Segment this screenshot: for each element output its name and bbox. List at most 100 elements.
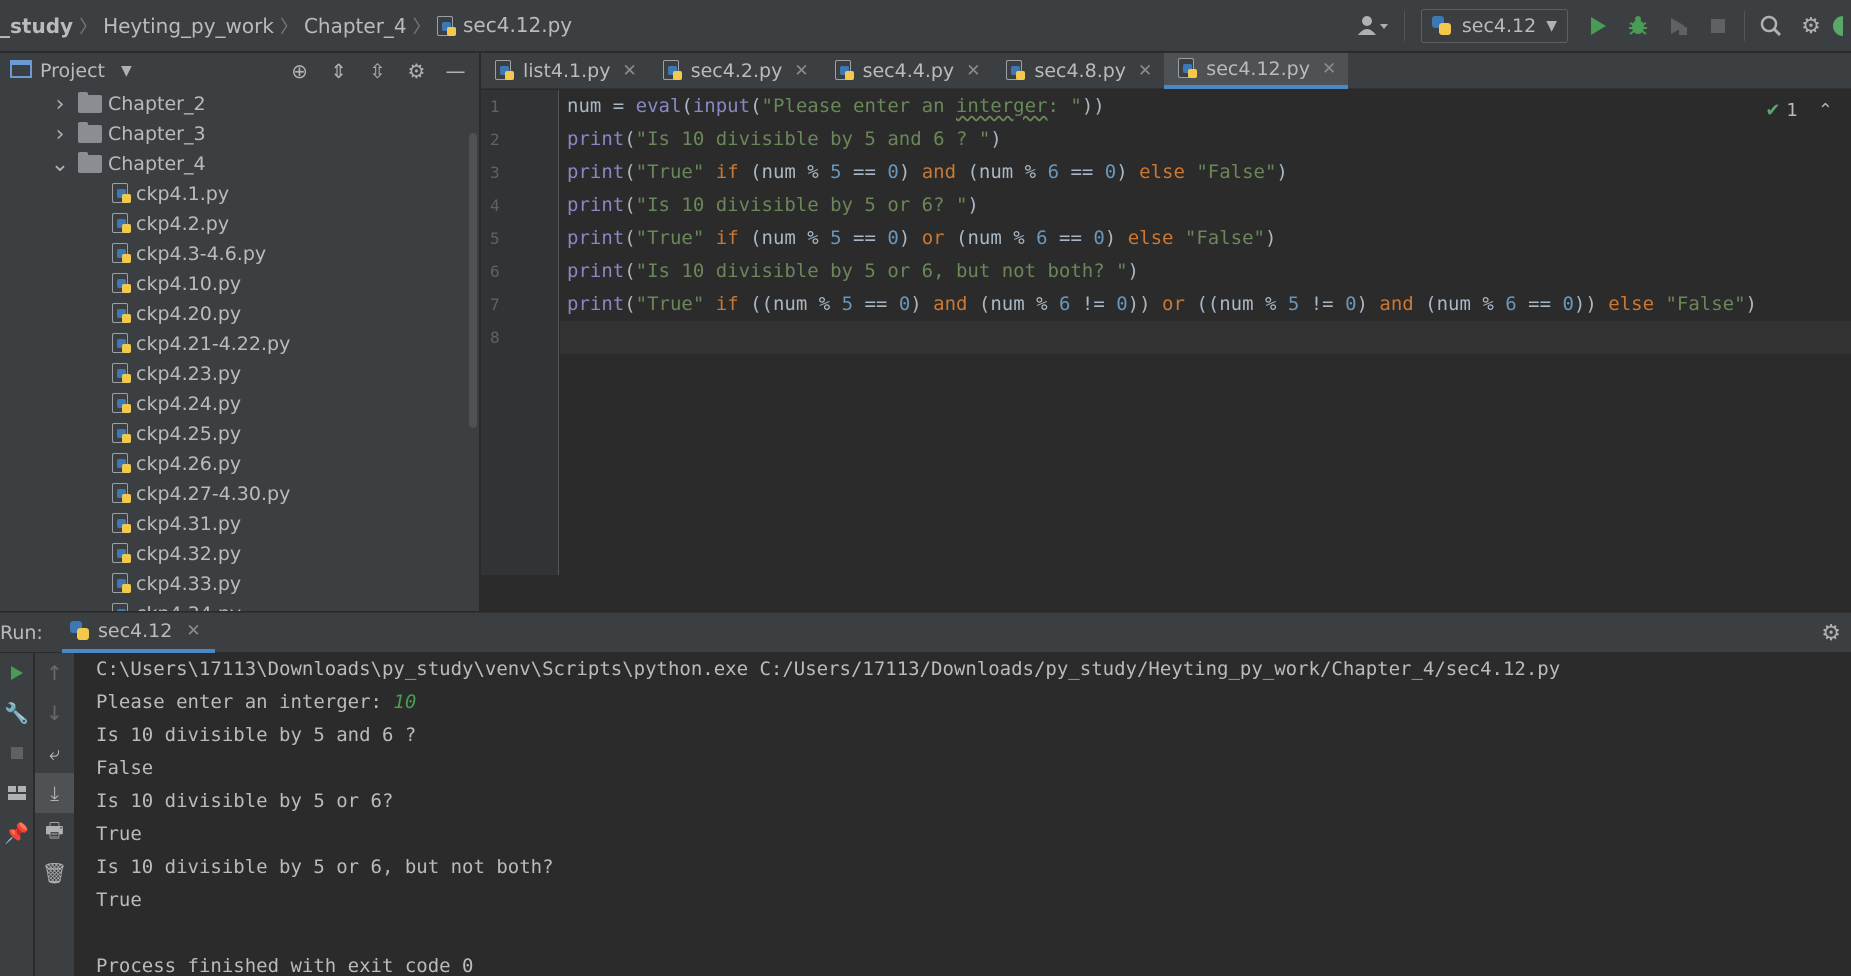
search-icon[interactable] xyxy=(1751,6,1791,46)
python-file-icon xyxy=(112,483,132,505)
editor-tab[interactable]: sec4.8.py ✕ xyxy=(992,53,1164,89)
breadcrumb-item-folder[interactable]: Chapter_4 xyxy=(298,14,413,38)
editor-tab[interactable]: sec4.12.py ✕ xyxy=(1164,53,1349,89)
project-tool-window: Project ▼ ⊕ ⇕ ⇳ ⚙ — › Chapter_2 › Chapter_3… xyxy=(0,53,480,611)
run-icon[interactable] xyxy=(1578,6,1618,46)
user-icon[interactable] xyxy=(1348,6,1398,46)
folder-icon xyxy=(78,152,102,173)
locate-file-icon[interactable]: ⊕ xyxy=(280,59,319,83)
close-icon[interactable]: ✕ xyxy=(794,61,808,81)
close-icon[interactable]: ✕ xyxy=(966,61,980,81)
tree-file-item[interactable]: ckp4.26.py xyxy=(0,449,465,479)
project-view-selector[interactable]: Project xyxy=(40,60,105,82)
tree-file-item[interactable]: ckp4.25.py xyxy=(0,419,465,449)
project-tree-scrollbar[interactable] xyxy=(469,133,477,428)
tree-file-item[interactable]: ckp4.21-4.22.py xyxy=(0,329,465,359)
editor-tab[interactable]: sec4.4.py ✕ xyxy=(821,53,993,89)
tree-file-item[interactable]: ckp4.1.py xyxy=(0,179,465,209)
tree-item-label: ckp4.21-4.22.py xyxy=(136,333,291,355)
modify-run-configuration-icon[interactable]: 🔧 xyxy=(0,693,33,733)
python-icon xyxy=(70,620,90,641)
pin-tab-icon[interactable]: 📌 xyxy=(0,813,33,853)
chevron-right-icon[interactable]: › xyxy=(50,122,70,147)
close-icon[interactable]: ✕ xyxy=(622,61,636,81)
close-icon[interactable]: ✕ xyxy=(1138,61,1152,81)
tree-file-item[interactable]: ckp4.34.py xyxy=(0,599,465,611)
inspection-widget[interactable]: ✔ 1 ⌃ xyxy=(1765,100,1833,121)
tree-file-item[interactable]: ckp4.24.py xyxy=(0,389,465,419)
run-tab[interactable]: sec4.12 ✕ xyxy=(62,613,215,653)
layout-icon[interactable] xyxy=(0,773,33,813)
chevron-right-icon[interactable]: › xyxy=(50,92,70,117)
tree-folder-item[interactable]: › Chapter_2 xyxy=(0,89,465,119)
code-line[interactable] xyxy=(560,321,1851,354)
settings-gear-icon[interactable]: ⚙ xyxy=(1821,613,1841,653)
trash-icon[interactable]: 🗑 xyxy=(35,853,74,893)
editor-tab[interactable]: sec4.2.py ✕ xyxy=(649,53,821,89)
code-line[interactable]: print("Is 10 divisible by 5 or 6, but no… xyxy=(560,255,1851,288)
editor-tab[interactable]: list4.1.py ✕ xyxy=(481,53,649,89)
chevron-down-icon[interactable]: ▼ xyxy=(121,63,132,79)
line-number: 1 xyxy=(490,97,500,116)
code-line[interactable]: print("True" if (num % 5 == 0) and (num … xyxy=(560,156,1851,189)
code-line[interactable]: print("Is 10 divisible by 5 or 6? ") xyxy=(560,189,1851,222)
scroll-to-end-icon[interactable]: ⤓ xyxy=(35,773,74,813)
run-configuration-select[interactable]: sec4.12 ▼ xyxy=(1420,9,1568,43)
breadcrumb-item-project[interactable]: Heyting_py_work xyxy=(97,14,280,38)
settings-gear-icon[interactable]: ⚙ xyxy=(397,59,436,83)
tree-file-item[interactable]: ckp4.2.py xyxy=(0,209,465,239)
breadcrumb-item-file[interactable]: sec4.12.py xyxy=(431,13,579,38)
line-number: 6 xyxy=(490,262,500,281)
code-line[interactable]: print("Is 10 divisible by 5 and 6 ? ") xyxy=(560,123,1851,156)
run-tab-label: sec4.12 xyxy=(98,619,173,642)
tree-folder-item[interactable]: › Chapter_3 xyxy=(0,119,465,149)
project-tree: › Chapter_2 › Chapter_3 ⌄ Chapter_4 ckp4.1.py c… xyxy=(0,89,465,611)
down-arrow-icon[interactable]: ↓ xyxy=(35,693,74,733)
close-icon[interactable]: ✕ xyxy=(186,621,200,641)
editor-tab-label: sec4.4.py xyxy=(862,60,955,82)
collapse-all-icon[interactable]: ⇳ xyxy=(358,59,397,83)
console-line: True xyxy=(96,823,142,845)
run-console[interactable]: C:\Users\17113\Downloads\py_study\venv\S… xyxy=(76,653,1851,976)
tree-file-item[interactable]: ckp4.27-4.30.py xyxy=(0,479,465,509)
main-toolbar: sec4.12 ▼ ⚙ xyxy=(1348,0,1851,52)
chevron-down-icon[interactable]: ⌄ xyxy=(50,152,70,177)
python-file-icon xyxy=(662,60,683,82)
python-file-icon xyxy=(112,183,132,205)
code-line[interactable]: num = eval(input("Please enter an interg… xyxy=(560,90,1851,123)
chevron-up-icon[interactable]: ⌃ xyxy=(1818,100,1833,121)
tree-item-label: ckp4.25.py xyxy=(136,423,242,445)
tree-file-item[interactable]: ckp4.31.py xyxy=(0,509,465,539)
code-line[interactable]: print("True" if ((num % 5 == 0) and (num… xyxy=(560,288,1851,321)
settings-gear-icon[interactable]: ⚙ xyxy=(1791,6,1831,46)
up-arrow-icon[interactable]: ↑ xyxy=(35,653,74,693)
tree-file-item[interactable]: ckp4.33.py xyxy=(0,569,465,599)
tree-file-item[interactable]: ckp4.3-4.6.py xyxy=(0,239,465,269)
debug-icon[interactable] xyxy=(1618,6,1658,46)
print-icon[interactable]: 🖶 xyxy=(35,813,74,853)
expand-all-icon[interactable]: ⇕ xyxy=(319,59,358,83)
tree-file-item[interactable]: ckp4.20.py xyxy=(0,299,465,329)
hide-panel-icon[interactable]: — xyxy=(436,59,475,83)
python-file-icon xyxy=(112,603,132,611)
ide-status-icon[interactable] xyxy=(1831,6,1851,46)
python-file-icon xyxy=(112,513,132,535)
soft-wrap-icon[interactable]: ⤶ xyxy=(35,733,74,773)
python-file-icon xyxy=(112,543,132,565)
tree-file-item[interactable]: ckp4.10.py xyxy=(0,269,465,299)
tree-file-item[interactable]: ckp4.23.py xyxy=(0,359,465,389)
run-with-coverage-icon[interactable] xyxy=(1658,6,1698,46)
breadcrumb-separator: 〉 xyxy=(279,16,298,38)
tree-file-item[interactable]: ckp4.32.py xyxy=(0,539,465,569)
code-line[interactable]: print("True" if (num % 5 == 0) or (num %… xyxy=(560,222,1851,255)
stop-icon[interactable] xyxy=(1698,6,1738,46)
rerun-icon[interactable] xyxy=(0,653,33,693)
python-file-icon xyxy=(112,573,132,595)
stop-icon[interactable] xyxy=(0,733,33,773)
line-number: 7 xyxy=(490,295,500,314)
code-editor[interactable]: ✔ 1 ⌃ num = eval(input("Please enter an … xyxy=(560,90,1851,575)
close-icon[interactable]: ✕ xyxy=(1322,59,1336,79)
tree-folder-item[interactable]: ⌄ Chapter_4 xyxy=(0,149,465,179)
python-file-icon xyxy=(112,423,132,445)
breadcrumb-item-root[interactable]: _study xyxy=(0,14,79,38)
